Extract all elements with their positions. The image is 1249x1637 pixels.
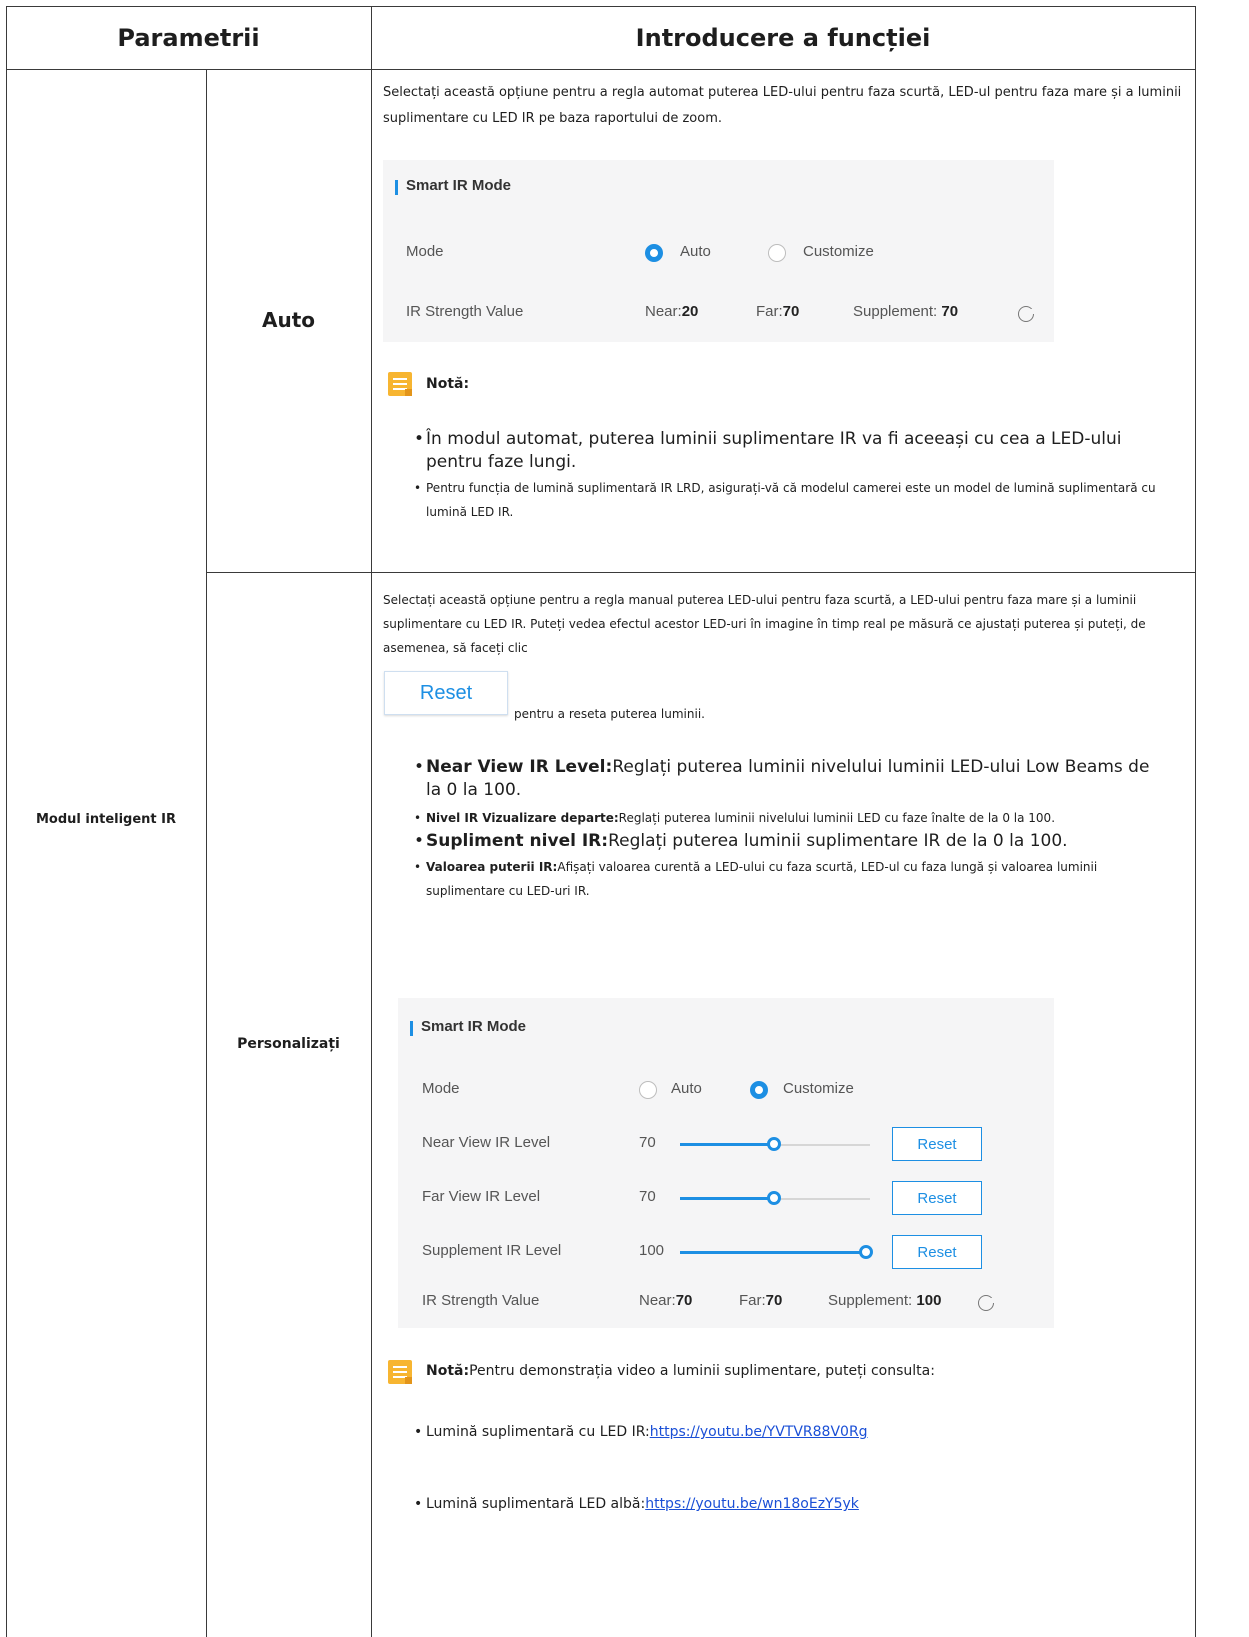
ir-strength-label: IR Strength Value bbox=[406, 303, 524, 320]
near-slider-fill bbox=[680, 1143, 775, 1146]
near-reset-button[interactable]: Reset bbox=[892, 1127, 982, 1161]
mode-label: Mode bbox=[406, 243, 444, 260]
supplement-label: Supplement: bbox=[828, 1292, 913, 1309]
auto-label: Auto bbox=[261, 308, 316, 332]
note-title: Notă: bbox=[426, 1363, 470, 1379]
refresh-icon[interactable] bbox=[978, 1295, 996, 1311]
bullet-text: Reglați puterea luminii nivelului lumini… bbox=[618, 811, 1056, 825]
table-border-right bbox=[1195, 6, 1196, 1637]
customize-note: Notă:Pentru demonstrația video a luminii… bbox=[426, 1358, 935, 1384]
supplement-label: Supplement: bbox=[853, 303, 938, 320]
radio-customize-label[interactable]: Customize bbox=[803, 243, 874, 260]
bullet-supplement: Supliment nivel IR:Reglați puterea lumin… bbox=[414, 830, 1094, 853]
auto-note-title: Notă: bbox=[426, 376, 470, 392]
link-label: Lumină suplimentară cu LED IR: bbox=[426, 1424, 650, 1440]
link-item-white: Lumină suplimentară LED albă:https://you… bbox=[414, 1491, 1174, 1517]
after-reset-text: pentru a reseta puterea luminii. bbox=[514, 707, 705, 721]
radio-customize[interactable] bbox=[750, 1081, 768, 1099]
auto-note-list: În modul automat, puterea luminii suplim… bbox=[414, 428, 1156, 524]
far-reset-button[interactable]: Reset bbox=[892, 1181, 982, 1215]
radio-customize-label[interactable]: Customize bbox=[783, 1080, 854, 1097]
customize-description: Selectați această opțiune pentru a regla… bbox=[383, 593, 1146, 655]
col-divider-2 bbox=[371, 6, 372, 1637]
header-divider bbox=[6, 69, 1196, 70]
customize-bullet-list: Near View IR Level: Reglați puterea lumin… bbox=[414, 756, 1154, 903]
far-view-ir-level-value: 70 bbox=[639, 1188, 656, 1205]
bullet-term: Supliment nivel IR: bbox=[426, 831, 609, 851]
header-parameters: Parametrii bbox=[117, 23, 260, 52]
far-number: 70 bbox=[782, 303, 800, 320]
mode-label: Mode bbox=[422, 1080, 460, 1097]
note-icon bbox=[388, 1360, 412, 1384]
youtube-link-ir[interactable]: https://youtu.be/YVTVR88V0Rg bbox=[650, 1424, 868, 1440]
bullet-strength-value: Valoarea puterii IR:Afișați valoarea cur… bbox=[414, 855, 1174, 903]
supplement-slider-fill bbox=[680, 1251, 866, 1254]
auto-note-item-1: În modul automat, puterea luminii suplim… bbox=[414, 428, 1154, 476]
refresh-icon[interactable] bbox=[1018, 306, 1036, 322]
near-slider-handle[interactable] bbox=[767, 1137, 781, 1151]
radio-auto[interactable] bbox=[639, 1081, 657, 1099]
far-number: 70 bbox=[765, 1292, 783, 1309]
panel-title: Smart IR Mode bbox=[394, 177, 512, 195]
customize-smart-ir-panel: Smart IR Mode Mode Auto Customize Near V… bbox=[398, 998, 1054, 1328]
radio-auto[interactable] bbox=[645, 244, 663, 262]
supplement-number: 100 bbox=[916, 1292, 942, 1309]
col-divider-1 bbox=[206, 69, 207, 1637]
bullet-term: Nivel IR Vizualizare departe: bbox=[426, 811, 619, 825]
note-icon bbox=[388, 372, 412, 396]
note-text: Pentru demonstrația video a luminii supl… bbox=[469, 1363, 935, 1379]
near-value: Near:20 bbox=[645, 303, 698, 320]
near-value: Near:70 bbox=[639, 1292, 692, 1309]
near-view-ir-level-value: 70 bbox=[639, 1134, 656, 1151]
supplement-slider-handle[interactable] bbox=[859, 1245, 873, 1259]
near-label: Near: bbox=[645, 303, 682, 320]
supplement-ir-level-label: Supplement IR Level bbox=[422, 1242, 562, 1259]
video-links-list: Lumină suplimentară cu LED IR:https://yo… bbox=[414, 1419, 1174, 1517]
far-slider-handle[interactable] bbox=[767, 1191, 781, 1205]
radio-auto-label[interactable]: Auto bbox=[680, 243, 711, 260]
ir-strength-label: IR Strength Value bbox=[422, 1292, 540, 1309]
bullet-far-view: Nivel IR Vizualizare departe:Reglați put… bbox=[414, 806, 1154, 830]
radio-auto-label[interactable]: Auto bbox=[671, 1080, 702, 1097]
far-label: Far: bbox=[756, 303, 783, 320]
supplement-value: Supplement: 70 bbox=[853, 303, 958, 320]
supplement-ir-level-value: 100 bbox=[639, 1242, 665, 1259]
bullet-near-view: Near View IR Level:Reglați puterea lumin… bbox=[414, 756, 1154, 802]
auto-smart-ir-panel: Smart IR Mode Mode Auto Customize IR Str… bbox=[383, 160, 1054, 342]
far-label: Far: bbox=[739, 1292, 766, 1309]
near-label: Near: bbox=[639, 1292, 676, 1309]
far-view-ir-level-label: Far View IR Level bbox=[422, 1188, 541, 1205]
far-value: Far:70 bbox=[756, 303, 799, 320]
auto-description: Selectați această opțiune pentru a regla… bbox=[383, 85, 1182, 126]
near-number: 70 bbox=[675, 1292, 693, 1309]
bullet-term: Valoarea puterii IR: bbox=[426, 860, 558, 874]
supplement-reset-button[interactable]: Reset bbox=[892, 1235, 982, 1269]
param-group-label: Modul inteligent IR bbox=[35, 812, 177, 827]
auto-note-item-2: Pentru funcția de lumină suplimentară IR… bbox=[414, 476, 1174, 524]
near-view-ir-level-label: Near View IR Level bbox=[422, 1134, 551, 1151]
row-divider bbox=[206, 572, 1196, 573]
link-item-ir: Lumină suplimentară cu LED IR:https://yo… bbox=[414, 1419, 1174, 1445]
far-slider-fill bbox=[680, 1197, 775, 1200]
radio-customize[interactable] bbox=[768, 244, 786, 262]
customize-label: Personalizați bbox=[237, 1036, 340, 1052]
link-label: Lumină suplimentară LED albă: bbox=[426, 1496, 646, 1512]
supplement-value: Supplement: 100 bbox=[828, 1292, 941, 1309]
far-value: Far:70 bbox=[739, 1292, 782, 1309]
header-function-intro: Introducere a funcției bbox=[635, 23, 931, 52]
supplement-number: 70 bbox=[941, 303, 959, 320]
youtube-link-white[interactable]: https://youtu.be/wn18oEzY5yk bbox=[645, 1496, 859, 1512]
panel-title: Smart IR Mode bbox=[409, 1018, 527, 1036]
near-number: 20 bbox=[681, 303, 699, 320]
bullet-text: Reglați puterea luminii suplimentare IR … bbox=[608, 831, 1068, 851]
reset-button-example[interactable]: Reset bbox=[384, 671, 508, 715]
bullet-term: Near View IR Level: bbox=[426, 757, 613, 777]
